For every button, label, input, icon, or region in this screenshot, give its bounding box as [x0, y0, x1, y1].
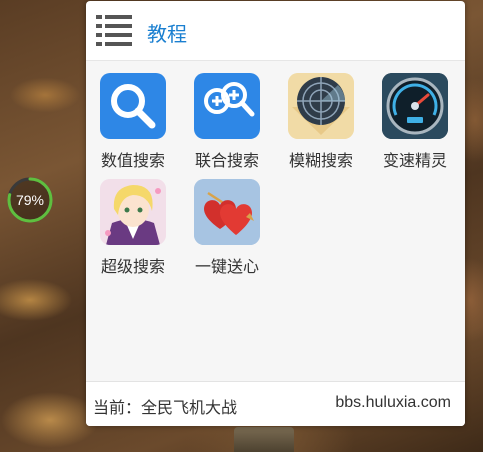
app-label: 超级搜索	[100, 257, 165, 276]
app-label: 变速精灵	[382, 151, 447, 170]
site-link[interactable]: bbs.huluxia.com	[335, 394, 451, 412]
progress-percentage: 79%	[15, 192, 45, 208]
progress-ring[interactable]: 79%	[6, 176, 54, 224]
combined-search-icon	[194, 73, 260, 139]
app-send-hearts[interactable]: 一键送心	[186, 167, 268, 276]
dialog-title: 教程	[147, 22, 187, 46]
anime-character-icon	[100, 179, 166, 245]
app-super-search[interactable]: 超级搜索	[92, 167, 174, 276]
app-value-search[interactable]: 数值搜索	[92, 61, 174, 170]
app-label: 一键送心	[194, 257, 259, 276]
hearts-icon	[194, 179, 260, 245]
tutorial-dialog: 教程 数值搜索 联合搜索 模糊搜索 变速精灵 超级搜索 一键送心 当前：全民飞机…	[86, 1, 465, 426]
list-icon[interactable]	[96, 13, 132, 47]
app-label: 模糊搜索	[288, 151, 353, 170]
dialog-header: 教程	[86, 1, 465, 61]
magnifier-icon	[100, 73, 166, 139]
app-grid: 数值搜索 联合搜索 模糊搜索 变速精灵 超级搜索 一键送心	[86, 61, 465, 381]
speedometer-icon	[382, 73, 448, 139]
app-fuzzy-search[interactable]: 模糊搜索	[280, 61, 362, 170]
app-speed-changer[interactable]: 变速精灵	[374, 61, 456, 170]
dialog-footer: 当前：全民飞机大战 bbs.huluxia.com	[86, 381, 465, 426]
current-game-label: 当前：全民飞机大战	[93, 398, 238, 417]
game-ship-fragment	[234, 427, 294, 452]
app-combined-search[interactable]: 联合搜索	[186, 61, 268, 170]
radar-icon	[288, 73, 354, 139]
